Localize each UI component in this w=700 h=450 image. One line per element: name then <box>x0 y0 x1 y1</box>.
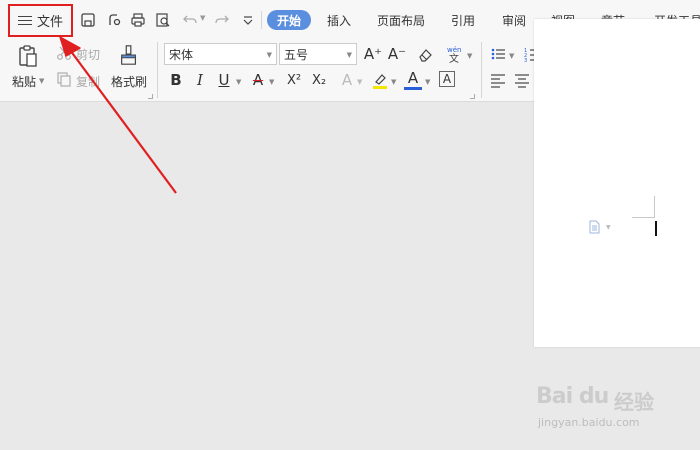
strikethrough-dropdown-icon[interactable]: ▼ <box>269 78 274 86</box>
svg-text:文: 文 <box>449 52 459 63</box>
tab-references[interactable]: 引用 <box>446 10 480 30</box>
print-preview-icon[interactable] <box>153 10 173 30</box>
chevron-down-icon: ▼ <box>346 51 352 59</box>
subscript-button[interactable]: X₂ <box>308 70 330 90</box>
watermark-logo: Bai du <box>536 384 609 409</box>
font-size-value: 五号 <box>284 47 309 62</box>
character-border-button[interactable]: A <box>439 71 455 87</box>
paragraph-layout-dropdown-icon[interactable]: ▼ <box>606 224 611 231</box>
svg-text:3: 3 <box>524 58 527 62</box>
align-left-icon[interactable] <box>489 71 507 89</box>
clipboard-dialog-launcher[interactable] <box>148 94 153 99</box>
paste-label[interactable]: 粘贴 <box>12 73 36 90</box>
output-pdf-icon[interactable] <box>104 10 124 30</box>
copy-icon[interactable] <box>56 71 72 87</box>
copy-label[interactable]: 复制 <box>76 73 100 90</box>
bullet-list-dropdown-icon[interactable]: ▼ <box>509 52 514 60</box>
tab-insert[interactable]: 插入 <box>322 10 356 30</box>
bold-button[interactable]: B <box>167 70 185 90</box>
ribbon-separator <box>157 42 158 98</box>
format-painter-label[interactable]: 格式刷 <box>111 73 147 90</box>
scissors-icon[interactable] <box>56 45 72 61</box>
highlight-dropdown-icon[interactable]: ▼ <box>391 78 396 86</box>
hamburger-icon <box>17 15 32 26</box>
clear-format-icon[interactable] <box>416 46 434 64</box>
format-painter-icon[interactable] <box>116 41 142 69</box>
text-cursor <box>655 221 657 236</box>
print-icon[interactable] <box>128 10 148 30</box>
svg-text:wén: wén <box>447 46 461 54</box>
font-dialog-launcher[interactable] <box>470 94 475 99</box>
watermark: Bai du 经验 jingyan.baidu.com <box>536 378 696 438</box>
save-icon[interactable] <box>78 10 98 30</box>
highlight-icon[interactable] <box>371 71 389 91</box>
watermark-brand: 经验 <box>614 390 654 414</box>
undo-dropdown-icon[interactable]: ▼ <box>200 14 205 22</box>
phonetic-guide-icon[interactable]: wén 文 <box>444 44 466 64</box>
redo-icon[interactable] <box>212 10 232 30</box>
underline-button[interactable]: U <box>215 70 233 90</box>
customize-quick-access-icon[interactable] <box>238 10 258 30</box>
ribbon-separator <box>481 42 482 98</box>
text-effect-button[interactable]: A <box>338 70 356 90</box>
chevron-down-icon: ▼ <box>266 51 272 59</box>
superscript-button[interactable]: X² <box>283 70 305 90</box>
file-menu-label: 文件 <box>36 15 63 30</box>
grow-font-button[interactable]: A⁺ <box>364 44 382 64</box>
font-family-select[interactable]: 宋体 ▼ <box>164 43 277 65</box>
text-effect-dropdown-icon[interactable]: ▼ <box>357 78 362 86</box>
strikethrough-button[interactable]: A <box>249 70 267 90</box>
italic-button[interactable]: I <box>191 70 209 90</box>
cut-label[interactable]: 剪切 <box>76 46 100 63</box>
font-size-select[interactable]: 五号 ▼ <box>279 43 357 65</box>
undo-icon[interactable] <box>180 10 200 30</box>
align-center-icon[interactable] <box>513 71 531 89</box>
bullet-list-icon[interactable] <box>489 45 507 63</box>
phonetic-dropdown-icon[interactable]: ▼ <box>467 52 472 60</box>
font-color-button[interactable]: A <box>404 69 422 90</box>
paste-dropdown-icon[interactable]: ▼ <box>39 77 44 85</box>
toolbar-separator <box>261 11 262 29</box>
watermark-url: jingyan.baidu.com <box>538 416 640 429</box>
underline-dropdown-icon[interactable]: ▼ <box>236 78 241 86</box>
tab-page-layout[interactable]: 页面布局 <box>373 10 429 30</box>
tab-review[interactable]: 审阅 <box>497 10 531 30</box>
font-color-dropdown-icon[interactable]: ▼ <box>425 78 430 86</box>
margin-marker <box>654 196 655 218</box>
font-family-value: 宋体 <box>169 47 194 62</box>
paste-icon[interactable] <box>14 42 42 70</box>
margin-marker <box>632 217 654 218</box>
tab-home[interactable]: 开始 <box>267 10 311 30</box>
document-page[interactable] <box>534 19 700 347</box>
shrink-font-button[interactable]: A⁻ <box>388 44 406 64</box>
paragraph-layout-icon[interactable] <box>588 220 602 234</box>
file-menu-button[interactable]: 文件 <box>8 4 73 37</box>
